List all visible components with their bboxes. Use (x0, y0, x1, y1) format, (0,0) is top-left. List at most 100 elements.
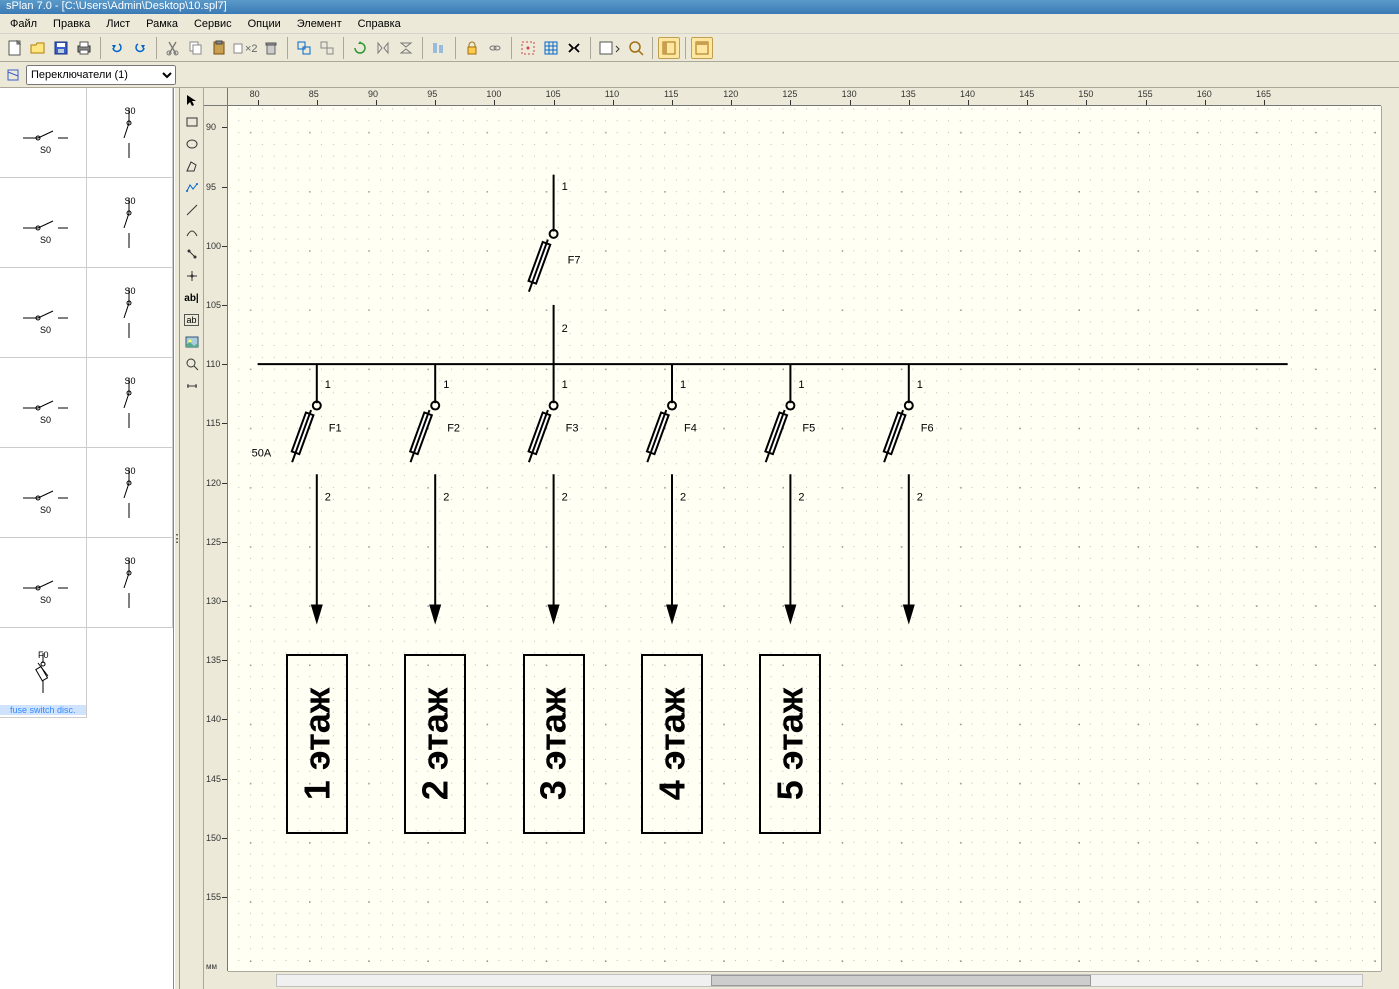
canvas-area: 8085909510010511011512012513013514014515… (204, 88, 1399, 989)
grid-icon[interactable] (540, 37, 562, 59)
library-bar: Переключатели (1) (0, 62, 1399, 88)
vertical-ruler[interactable]: мм 9095100105110115120125130135140145150… (204, 106, 228, 971)
circle-tool-icon[interactable] (182, 134, 202, 154)
junction-tool-icon[interactable] (182, 266, 202, 286)
main-toolbar: ×2 (0, 34, 1399, 62)
palette-item[interactable]: S0 (87, 268, 174, 358)
svg-text:×2: ×2 (245, 43, 257, 55)
palette-item[interactable]: S0 (87, 178, 174, 268)
menu-element[interactable]: Элемент (289, 16, 350, 32)
menu-bar: Файл Правка Лист Рамка Сервис Опции Элем… (0, 14, 1399, 34)
palette-item[interactable]: S0 (0, 88, 87, 178)
menu-sheet[interactable]: Лист (98, 16, 138, 32)
horizontal-scrollbar[interactable] (228, 971, 1381, 989)
floor-box[interactable]: 4 этаж (641, 654, 703, 834)
svg-text:2: 2 (443, 491, 449, 503)
palette-item[interactable]: S0 (0, 538, 87, 628)
palette-item[interactable]: S0 (0, 268, 87, 358)
refresh-icon[interactable] (349, 37, 371, 59)
print-icon[interactable] (73, 37, 95, 59)
group-icon[interactable] (293, 37, 315, 59)
svg-text:1: 1 (562, 379, 568, 391)
rect-tool-icon[interactable] (182, 112, 202, 132)
svg-text:F2: F2 (447, 423, 460, 435)
panel1-icon[interactable] (658, 37, 680, 59)
zoom-icon[interactable] (625, 37, 647, 59)
lock-icon[interactable] (461, 37, 483, 59)
menu-file[interactable]: Файл (2, 16, 45, 32)
ruler-corner (204, 88, 228, 106)
svg-text:50A: 50A (252, 447, 272, 459)
cut-icon[interactable] (162, 37, 184, 59)
svg-text:2: 2 (562, 323, 568, 335)
paste-icon[interactable] (208, 37, 230, 59)
svg-text:1: 1 (562, 181, 568, 193)
component-palette: S0S0S0S0S0S0S0S0S0S0S0S0F0fuse switch di… (0, 88, 174, 989)
magnify-tool-icon[interactable] (182, 354, 202, 374)
panel2-icon[interactable] (691, 37, 713, 59)
palette-item[interactable]: S0 (87, 448, 174, 538)
svg-text:F1: F1 (329, 423, 342, 435)
svg-text:2: 2 (680, 491, 686, 503)
menu-help[interactable]: Справка (350, 16, 409, 32)
drawing-tools: ab| ab (180, 88, 204, 989)
floor-label: 5 этаж (769, 688, 811, 801)
svg-text:1: 1 (917, 379, 923, 391)
node-tool-icon[interactable] (182, 244, 202, 264)
floor-box[interactable]: 1 этаж (286, 654, 348, 834)
menu-edit[interactable]: Правка (45, 16, 98, 32)
measure-tool-icon[interactable] (182, 376, 202, 396)
open-icon[interactable] (27, 37, 49, 59)
delete-icon[interactable] (260, 37, 282, 59)
svg-text:1: 1 (325, 379, 331, 391)
palette-item[interactable]: S0 (87, 538, 174, 628)
mirror-h-icon[interactable] (372, 37, 394, 59)
menu-options[interactable]: Опции (240, 16, 289, 32)
label-tool-icon[interactable]: ab (182, 310, 202, 330)
new-icon[interactable] (4, 37, 26, 59)
image-tool-icon[interactable] (182, 332, 202, 352)
ungroup-icon[interactable] (316, 37, 338, 59)
redo-icon[interactable] (129, 37, 151, 59)
select-tool-icon[interactable] (182, 90, 202, 110)
find-icon[interactable] (563, 37, 585, 59)
polyline-tool-icon[interactable] (182, 178, 202, 198)
mirror-v-icon[interactable] (395, 37, 417, 59)
menu-service[interactable]: Сервис (186, 16, 240, 32)
library-icon[interactable] (2, 64, 24, 86)
poly-tool-icon[interactable] (182, 156, 202, 176)
copy-icon[interactable] (185, 37, 207, 59)
duplicate-icon[interactable]: ×2 (231, 37, 259, 59)
page-icon[interactable] (596, 37, 624, 59)
svg-text:1: 1 (798, 379, 804, 391)
line-tool-icon[interactable] (182, 200, 202, 220)
menu-frame[interactable]: Рамка (138, 16, 186, 32)
bezier-tool-icon[interactable] (182, 222, 202, 242)
palette-item[interactable]: S0 (0, 448, 87, 538)
save-icon[interactable] (50, 37, 72, 59)
floor-box[interactable]: 5 этаж (759, 654, 821, 834)
palette-item[interactable]: S0 (0, 358, 87, 448)
svg-text:2: 2 (917, 491, 923, 503)
svg-text:1: 1 (443, 379, 449, 391)
floor-label: 4 этаж (651, 688, 693, 801)
undo-icon[interactable] (106, 37, 128, 59)
snap-icon[interactable] (517, 37, 539, 59)
palette-item[interactable]: S0 (87, 88, 174, 178)
drawing-canvas[interactable]: 1F721F121F221F321F421F521F6250A 1 этаж2 … (228, 106, 1381, 971)
svg-text:2: 2 (325, 491, 331, 503)
palette-item[interactable]: F0fuse switch disc. (0, 628, 87, 718)
library-selector[interactable]: Переключатели (1) (26, 65, 176, 85)
unit-label: мм (206, 962, 217, 971)
vertical-scrollbar[interactable] (1381, 106, 1399, 971)
floor-label: 3 этаж (533, 688, 575, 801)
text-tool-icon[interactable]: ab| (182, 288, 202, 308)
floor-box[interactable]: 2 этаж (404, 654, 466, 834)
link-icon[interactable] (484, 37, 506, 59)
align-icon[interactable] (428, 37, 450, 59)
floor-label: 2 этаж (414, 688, 456, 801)
floor-box[interactable]: 3 этаж (523, 654, 585, 834)
palette-item[interactable]: S0 (87, 358, 174, 448)
palette-item[interactable]: S0 (0, 178, 87, 268)
horizontal-ruler[interactable]: 8085909510010511011512012513013514014515… (228, 88, 1381, 106)
